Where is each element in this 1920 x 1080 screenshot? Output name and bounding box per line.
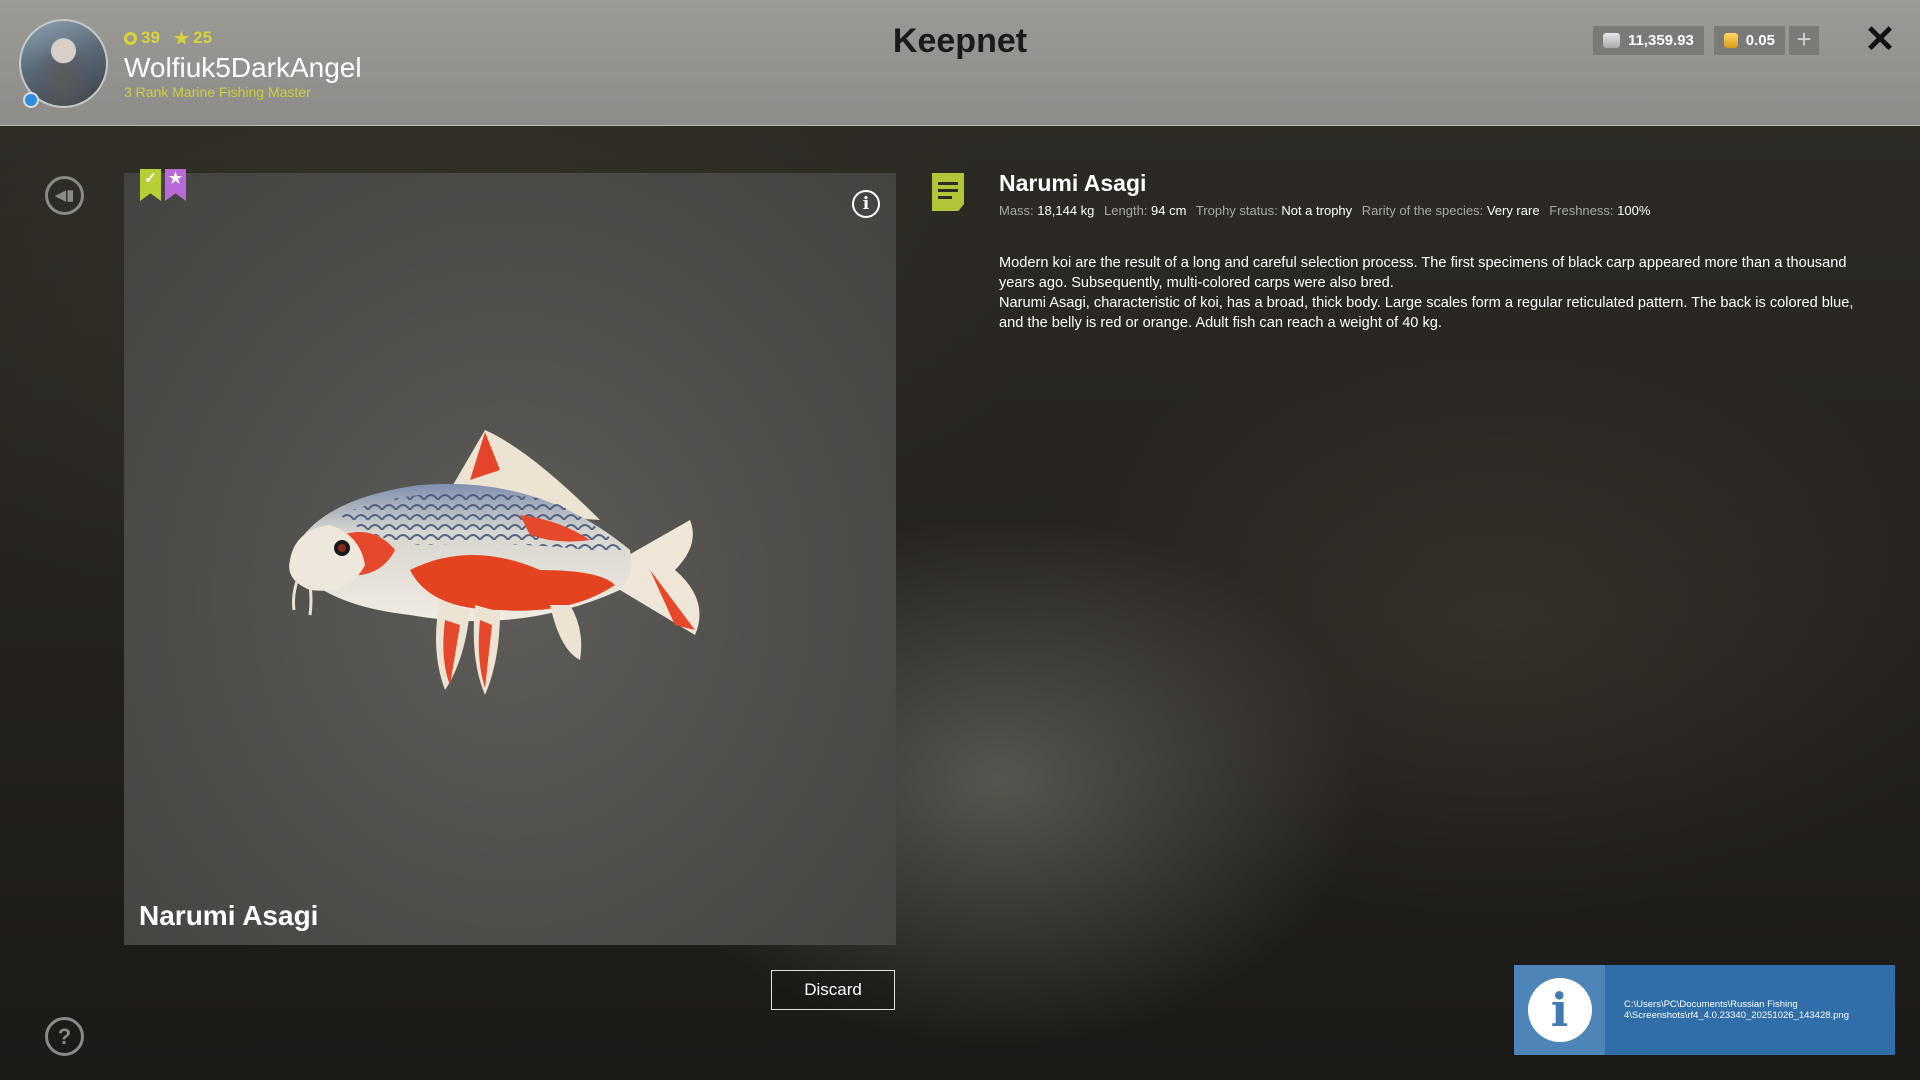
trophy-value: Not a trophy: [1281, 203, 1353, 218]
fish-description: Modern koi are the result of a long and …: [999, 253, 1869, 333]
top-bar: 39 ★ 25 Wolfiuk5DarkAngel 3 Rank Marine …: [0, 0, 1920, 126]
koi-fish-image: [289, 430, 700, 695]
description-paragraph: Narumi Asagi, characteristic of koi, has…: [999, 295, 1854, 331]
silver-balance: 11,359.93: [1593, 26, 1704, 55]
screenshot-notification: i C:\Users\PC\Documents\Russian Fishing …: [1514, 965, 1895, 1055]
gold-balance: 0.05: [1714, 26, 1785, 55]
gold-coins-icon: [1724, 33, 1738, 48]
freshness-label: Freshness:: [1549, 203, 1614, 218]
length-label: Length:: [1104, 203, 1148, 218]
mass-label: Mass:: [999, 203, 1034, 218]
rarity-label: Rarity of the species:: [1361, 203, 1484, 218]
notification-text: C:\Users\PC\Documents\Russian Fishing 4\…: [1624, 999, 1850, 1021]
online-status-icon: [23, 92, 39, 108]
freshness-value: 100%: [1617, 203, 1651, 218]
fish-stats-line: Mass: 18,144 kg Length: 94 cm Trophy sta…: [999, 203, 1656, 218]
help-button[interactable]: ?: [45, 1017, 84, 1056]
add-currency-button[interactable]: +: [1789, 26, 1819, 55]
description-document-icon: [932, 173, 964, 211]
back-arrow-icon: ◀▮: [54, 187, 75, 204]
fish-name-caption: Narumi Asagi: [139, 900, 319, 931]
description-paragraph: Modern koi are the result of a long and …: [999, 255, 1847, 291]
length-value: 94 cm: [1151, 203, 1187, 218]
rarity-value: Very rare: [1486, 203, 1540, 218]
notification-icon-box: i: [1514, 965, 1605, 1055]
trophy-label: Trophy status:: [1195, 203, 1278, 218]
close-button[interactable]: ✕: [1862, 20, 1898, 60]
back-button[interactable]: ◀▮: [45, 176, 84, 215]
help-icon: ?: [57, 1024, 72, 1049]
fish-title: Narumi Asagi: [999, 170, 1147, 196]
silver-amount: 11,359.93: [1628, 32, 1694, 49]
info-button[interactable]: i: [852, 190, 880, 218]
discard-button[interactable]: Discard: [771, 970, 895, 1010]
mass-value: 18,144 kg: [1037, 203, 1095, 218]
player-rank: 3 Rank Marine Fishing Master: [124, 84, 311, 100]
gold-amount: 0.05: [1745, 32, 1775, 49]
silver-coins-icon: [1603, 33, 1620, 48]
info-icon: i: [1527, 978, 1592, 1042]
